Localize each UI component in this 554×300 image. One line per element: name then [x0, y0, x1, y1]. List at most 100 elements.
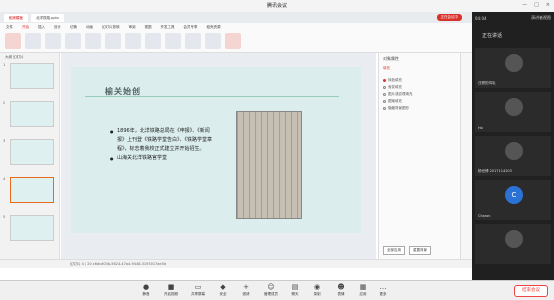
avatar: C: [505, 186, 523, 204]
current-slide[interactable]: 榆关始创 1896年，北洋铁路总局在《申报》、《新闻报》上刊登《铁路学堂告白》、…: [71, 67, 361, 233]
menu-docer[interactable]: 稻壳资源: [207, 25, 221, 30]
apply-all-button[interactable]: 全部应用: [383, 246, 405, 255]
thumb-pane-header: 大纲 幻灯片: [5, 55, 24, 59]
slide-thumbnail[interactable]: [10, 101, 54, 127]
find-icon[interactable]: [225, 33, 241, 49]
participant-name: Charon: [478, 214, 491, 218]
thumb-number: 5: [3, 215, 6, 219]
cut-icon[interactable]: [25, 33, 41, 49]
align-icon[interactable]: [145, 33, 161, 49]
bullet-item: 1896年，北洋铁路总局在《申报》、《新闻报》上刊登《铁路学堂告白》、《铁路学堂…: [110, 127, 213, 154]
close-icon[interactable]: ×: [546, 2, 550, 8]
bullet-item: 山海关北洋铁路官学堂: [110, 154, 213, 163]
new-slide-icon[interactable]: [45, 33, 61, 49]
participant-name: 日照的鸿毛: [478, 81, 496, 85]
status-bar: 幻灯片 4 / 20 c6dcd03b-5624-47a4-9448-31930…: [0, 259, 472, 268]
participant-tile[interactable]: 日照的鸿毛: [475, 48, 551, 88]
menu-home[interactable]: 开始: [22, 25, 29, 30]
apps-icon: ▦: [359, 283, 367, 291]
chat-icon: ▤: [291, 283, 299, 291]
newspaper-image[interactable]: [236, 111, 302, 219]
menu-design[interactable]: 设计: [54, 25, 61, 30]
record-button[interactable]: ◉ 录制: [306, 283, 328, 297]
avatar: [505, 98, 523, 116]
shield-icon: ◆: [220, 283, 226, 291]
mute-button[interactable]: ● 静音: [135, 283, 157, 297]
security-button[interactable]: ◆ 安全: [212, 283, 234, 297]
menu-animation[interactable]: 动画: [86, 25, 93, 30]
meeting-title-bar: 腾讯会议: [0, 0, 554, 12]
fill-option-hide-bg[interactable]: 隐藏背景图形: [383, 105, 456, 112]
maximize-icon[interactable]: □: [534, 2, 539, 8]
clock-text: 04:04: [475, 15, 487, 21]
participant-tile[interactable]: 杨世博 2017114203: [475, 136, 551, 176]
avatar: [505, 142, 523, 160]
arrange-icon[interactable]: [205, 33, 221, 49]
fill-option-solid[interactable]: 纯色填充: [383, 77, 456, 84]
menu-member[interactable]: 会员专享: [184, 25, 198, 30]
view-switch-button[interactable]: 演讲者视图: [531, 15, 551, 21]
reaction-button[interactable]: ☻ 表情: [330, 283, 352, 297]
tab-docer[interactable]: 稻壳模板: [4, 13, 28, 22]
textbox-icon[interactable]: [165, 33, 181, 49]
menu-view[interactable]: 视图: [145, 25, 152, 30]
slide-canvas: 榆关始创 1896年，北洋铁路总局在《申报》、《新闻报》上刊登《铁路学堂告白》、…: [61, 53, 376, 259]
slide-thumbnail-selected[interactable]: [10, 177, 54, 203]
invite-button[interactable]: + 邀请: [235, 283, 257, 297]
fill-option-gradient[interactable]: 渐变填充: [383, 84, 456, 91]
thumb-number: 1: [3, 63, 6, 67]
props-tab-fill[interactable]: 填充: [383, 66, 456, 71]
participant-tile[interactable]: Ho: [475, 92, 551, 132]
thumb-number: 3: [3, 139, 6, 143]
share-screen-icon: ▭: [194, 283, 202, 291]
fill-option-picture[interactable]: 图片或纹理填充: [383, 91, 456, 98]
slide-thumbnail-pane: 大纲 幻灯片 1 2 3 4 5: [0, 53, 60, 259]
font-icon[interactable]: [105, 33, 121, 49]
participant-top-bar: 04:04 演讲者视图: [472, 12, 554, 24]
menu-transition[interactable]: 切换: [70, 25, 77, 30]
participant-tile[interactable]: C Charon: [475, 180, 551, 220]
menu-review[interactable]: 审阅: [129, 25, 136, 30]
meeting-status-badge: 正在会议中: [436, 14, 462, 21]
menu-bar: 文件 开始 插入 设计 切换 动画 幻灯片放映 审阅 视图 开发工具 会员专享 …: [0, 23, 472, 31]
ribbon: [0, 31, 472, 53]
end-meeting-button[interactable]: 结束会议: [514, 285, 548, 297]
record-icon: ◉: [313, 283, 321, 291]
participant-panel: 04:04 演讲者视图 正在讲话 日照的鸿毛 Ho 杨世博 2017114203…: [472, 12, 554, 280]
layout-icon[interactable]: [65, 33, 81, 49]
radio-icon: [383, 93, 386, 96]
minimize-icon[interactable]: —: [522, 2, 527, 8]
slide-title-bar: 榆关始创: [85, 83, 339, 97]
shape-icon[interactable]: [185, 33, 201, 49]
tab-document[interactable]: 北洋铁路.pptx: [31, 13, 64, 22]
menu-file[interactable]: 文件: [6, 25, 13, 30]
avatar: [505, 54, 523, 72]
invite-icon: +: [243, 283, 249, 291]
reset-bg-button[interactable]: 重置背景: [409, 246, 431, 255]
emoji-icon: ☻: [337, 283, 345, 291]
manage-members-button[interactable]: ☺ 管理成员: [260, 283, 282, 297]
menu-insert[interactable]: 插入: [38, 25, 45, 30]
slide-thumbnail[interactable]: [10, 63, 54, 89]
menu-developer[interactable]: 开发工具: [161, 25, 175, 30]
more-icon: …: [379, 283, 387, 291]
paste-icon[interactable]: [5, 33, 21, 49]
side-toolbar: [460, 53, 472, 259]
wps-tab-bar: 稻壳模板 北洋铁路.pptx 正在会议中: [0, 12, 472, 23]
apps-button[interactable]: ▦ 应用: [352, 283, 374, 297]
video-button[interactable]: ■ 开启视频: [160, 283, 182, 297]
radio-icon: [383, 107, 386, 110]
props-title: 对象属性: [383, 56, 399, 61]
menu-slideshow[interactable]: 幻灯片放映: [102, 25, 120, 30]
thumb-number: 2: [3, 101, 6, 105]
more-button[interactable]: … 更多: [372, 283, 394, 297]
avatar: [505, 230, 523, 248]
bold-icon[interactable]: [125, 33, 141, 49]
chat-button[interactable]: ▤ 聊天: [284, 283, 306, 297]
share-screen-button[interactable]: ▭ 共享屏幕: [187, 283, 209, 297]
participant-tile[interactable]: [475, 224, 551, 264]
slide-thumbnail[interactable]: [10, 139, 54, 165]
reset-icon[interactable]: [85, 33, 101, 49]
fill-option-pattern[interactable]: 图案填充: [383, 98, 456, 105]
slide-thumbnail[interactable]: [10, 215, 54, 241]
